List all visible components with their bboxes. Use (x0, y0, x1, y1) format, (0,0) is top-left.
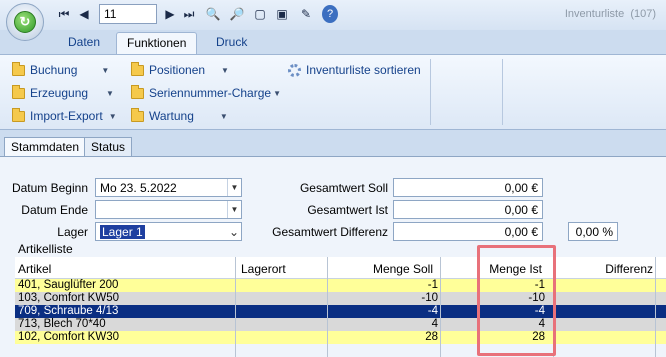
tab-funktionen[interactable]: Funktionen (116, 32, 198, 54)
table-row-selected[interactable]: 709, Schraube 4/13 -4 -4 (15, 305, 666, 318)
search-next-icon[interactable]: 🔎 (229, 5, 245, 23)
save-icon[interactable]: ▣ (275, 5, 289, 23)
cell-menge-ist: 4 (538, 318, 545, 330)
chevron-down-icon: ▼ (273, 88, 281, 98)
cell-menge-ist: -1 (534, 279, 545, 291)
folder-icon (12, 61, 25, 76)
lager-label: Lager (57, 225, 88, 239)
cell-menge-ist: 28 (532, 331, 545, 343)
folder-icon (131, 61, 144, 76)
gesamtwert-soll-label: Gesamtwert Soll (299, 181, 388, 195)
table-header: Artikel Lagerort Menge Soll Menge Ist Di… (15, 257, 666, 279)
folder-icon (131, 107, 144, 122)
folder-icon (131, 84, 144, 99)
table-row[interactable]: 713, Blech 70*40 4 4 (15, 318, 666, 331)
cell-artikel: 103, Comfort KW50 (18, 292, 119, 304)
tab-druck[interactable]: Druck (206, 32, 257, 54)
column-separator[interactable] (655, 257, 656, 357)
lager-select[interactable]: Lager 1 ⌄ (95, 222, 242, 241)
import-export-menu[interactable]: Import-Export ▼ (12, 106, 117, 126)
cell-menge-soll: -10 (421, 292, 438, 304)
chevron-down-icon: ▼ (106, 88, 114, 98)
quick-access-toolbar: ⏮ ◀ 11 ▶ ⏭ 🔍 🔎 ▢ ▣ ✎ ? Inventurliste (10… (0, 0, 666, 30)
column-separator[interactable] (553, 257, 554, 357)
column-header-differenz[interactable]: Differenz (583, 262, 653, 276)
first-record-icon[interactable]: ⏮ (58, 5, 70, 23)
wartung-menu[interactable]: Wartung ▼ (131, 106, 228, 126)
ribbon: Buchung ▼ Erzeugung ▼ Import-Export ▼ Posit… (0, 54, 666, 130)
chevron-down-icon: ▼ (221, 65, 229, 75)
datum-beginn-field[interactable]: Mo 23. 5.2022 ▼ (95, 178, 242, 197)
column-header-lagerort[interactable]: Lagerort (241, 262, 286, 276)
cell-menge-soll: -1 (427, 279, 438, 291)
cell-artikel: 709, Schraube 4/13 (18, 305, 119, 317)
record-number-input[interactable]: 11 (99, 4, 157, 24)
column-separator[interactable] (235, 257, 236, 357)
new-document-icon[interactable]: ▢ (253, 5, 267, 23)
chevron-down-icon: ▼ (101, 65, 110, 75)
column-header-menge-ist[interactable]: Menge Ist (485, 262, 542, 276)
tab-stammdaten[interactable]: Stammdaten (4, 137, 87, 158)
column-separator[interactable] (327, 257, 328, 357)
ribbon-tab-row: Daten Funktionen Druck (0, 30, 666, 54)
artikelliste-table: Artikel Lagerort Menge Soll Menge Ist Di… (15, 257, 666, 344)
last-record-icon[interactable]: ⏭ (183, 5, 195, 23)
cell-menge-soll: 28 (425, 331, 438, 343)
column-header-artikel[interactable]: Artikel (18, 262, 51, 276)
artikelliste-label: Artikelliste (18, 242, 73, 256)
chevron-down-icon[interactable]: ▼ (227, 201, 241, 218)
search-icon[interactable]: 🔍 (205, 5, 221, 23)
gesamtwert-ist-field[interactable]: 0,00 € (393, 200, 543, 219)
panel-tab-row: Stammdaten Status (0, 130, 666, 158)
folder-icon (12, 107, 25, 122)
datum-beginn-label: Datum Beginn (11, 181, 88, 195)
datum-ende-field[interactable]: ▼ (95, 200, 242, 219)
inventurliste-sortieren-button[interactable]: Inventurliste sortieren (288, 60, 421, 80)
datum-ende-label: Datum Ende (21, 203, 88, 217)
ribbon-separator (502, 59, 503, 125)
help-icon[interactable]: ? (322, 5, 338, 23)
cell-menge-soll: -4 (427, 305, 438, 317)
gear-icon (288, 63, 301, 77)
gesamtwert-differenz-label: Gesamtwert Differenz (272, 225, 388, 239)
next-record-icon[interactable]: ▶ (164, 5, 176, 23)
stammdaten-panel: Datum Beginn Mo 23. 5.2022 ▼ Datum Ende … (0, 156, 666, 357)
tab-status[interactable]: Status (84, 137, 133, 157)
column-separator[interactable] (440, 257, 441, 357)
edit-icon[interactable]: ✎ (299, 5, 313, 23)
table-row[interactable]: 401, Sauglüfter 200 -1 -1 (15, 279, 666, 292)
gesamtwert-differenz-field[interactable]: 0,00 € (393, 222, 543, 241)
cell-artikel: 401, Sauglüfter 200 (18, 279, 119, 291)
chevron-down-icon: ▼ (219, 111, 228, 121)
tab-daten[interactable]: Daten (58, 32, 110, 54)
ribbon-separator (430, 59, 431, 125)
gesamtwert-soll-field[interactable]: 0,00 € (393, 178, 543, 197)
buchung-menu[interactable]: Buchung ▼ (12, 60, 109, 80)
gesamtwert-ist-label: Gesamtwert Ist (307, 203, 388, 217)
differenz-percent-field[interactable]: 0,00 % (568, 222, 618, 241)
application-menu-button[interactable]: ↻ (6, 3, 44, 41)
cell-menge-ist: -10 (528, 292, 545, 304)
table-row[interactable]: 102, Comfort KW30 28 28 (15, 331, 666, 344)
table-row[interactable]: 103, Comfort KW50 -10 -10 (15, 292, 666, 305)
window-title: Inventurliste (107) (564, 8, 656, 20)
cell-artikel: 713, Blech 70*40 (18, 318, 106, 330)
erzeugung-menu[interactable]: Erzeugung ▼ (12, 83, 114, 103)
column-header-menge-soll[interactable]: Menge Soll (332, 262, 433, 276)
cell-menge-soll: 4 (431, 318, 438, 330)
chevron-down-icon[interactable]: ⌄ (227, 223, 241, 240)
positionen-menu[interactable]: Positionen ▼ (131, 60, 229, 80)
refresh-icon: ↻ (14, 11, 36, 33)
chevron-down-icon[interactable]: ▼ (227, 179, 241, 196)
previous-record-icon[interactable]: ◀ (78, 5, 90, 23)
seriennummer-charge-menu[interactable]: Seriennummer-Charge ▼ (131, 83, 281, 103)
chevron-down-icon: ▼ (108, 111, 117, 121)
cell-menge-ist: -4 (534, 305, 545, 317)
folder-icon (12, 84, 25, 99)
cell-artikel: 102, Comfort KW30 (18, 331, 119, 343)
